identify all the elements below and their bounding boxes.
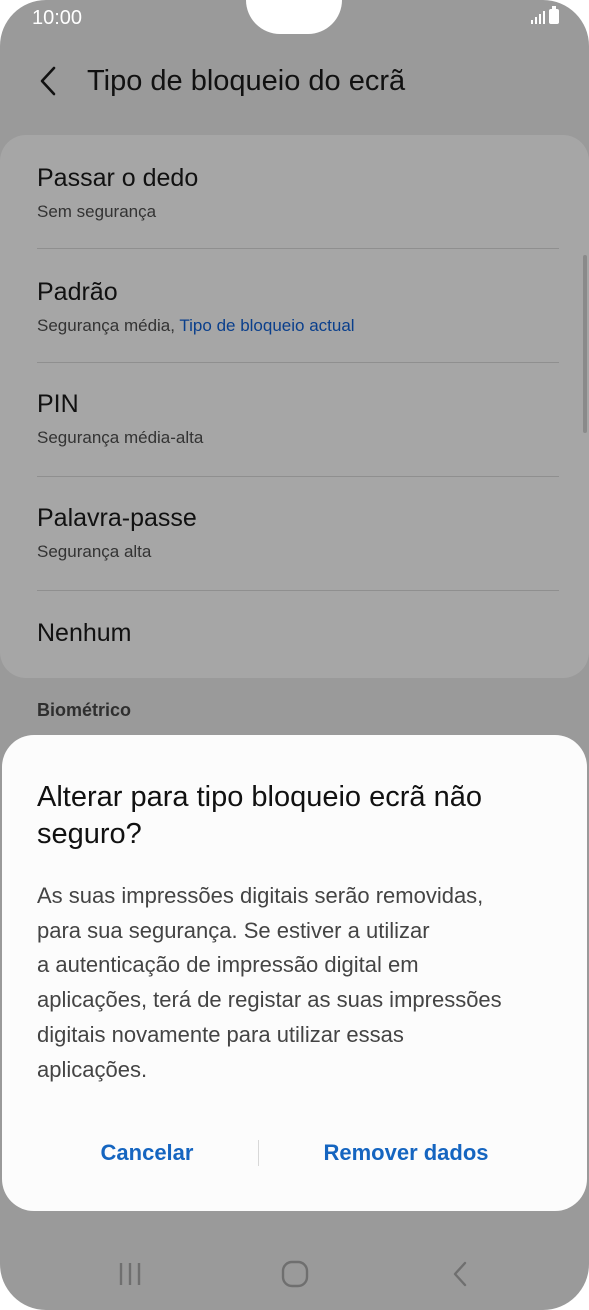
- dialog-message-line: aplicações.: [37, 1056, 148, 1082]
- option-pattern[interactable]: Padrão Segurança média, Tipo de bloqueio…: [0, 249, 589, 362]
- remove-data-button[interactable]: Remover dados: [302, 1133, 510, 1173]
- back-button[interactable]: [30, 63, 66, 99]
- cancel-button[interactable]: Cancelar: [42, 1133, 252, 1173]
- scrollbar[interactable]: [583, 255, 587, 433]
- confirm-dialog: Alterar para tipo bloqueio ecrã não segu…: [2, 735, 587, 1211]
- phone-screen: 10:00 Tipo de bloqueio do ecrã Passar o …: [0, 0, 589, 1310]
- dialog-message-line: a autenticação de impressão digital em: [37, 952, 419, 978]
- option-title: PIN: [37, 390, 79, 418]
- page-title: Tipo de bloqueio do ecrã: [87, 65, 406, 97]
- option-subtitle: Segurança média-alta: [37, 428, 204, 447]
- dialog-message-line: As suas impressões digitais serão removi…: [37, 883, 484, 908]
- dialog-message-line: para sua segurança. Se estiver a utiliza…: [37, 917, 430, 943]
- option-password[interactable]: Palavra-passe Segurança alta: [0, 477, 589, 590]
- dialog-message-line: aplicações, terá de registar as suas imp…: [37, 987, 502, 1013]
- option-title: Palavra-passe: [37, 504, 197, 532]
- lock-type-list: Passar o dedo Sem segurança Padrão Segur…: [0, 135, 589, 678]
- option-swipe[interactable]: Passar o dedo Sem segurança: [0, 135, 589, 248]
- recents-icon: [119, 1263, 141, 1285]
- camera-notch: [246, 0, 342, 34]
- current-lock-type-label: Tipo de bloqueio actual: [179, 316, 355, 335]
- dialog-message-line: digitais novamente para utilizar essas: [37, 1021, 404, 1047]
- nav-back-button[interactable]: [430, 1256, 490, 1292]
- back-icon: [453, 1261, 467, 1287]
- dialog-message: As suas impressões digitais serão removi…: [37, 879, 562, 1087]
- option-none[interactable]: Nenhum: [0, 591, 589, 678]
- option-subtitle: Sem segurança: [37, 202, 157, 221]
- option-pin[interactable]: PIN Segurança média-alta: [0, 363, 589, 476]
- recents-button[interactable]: [100, 1256, 160, 1292]
- option-title: Passar o dedo: [37, 164, 199, 192]
- app-header: Tipo de bloqueio do ecrã: [0, 55, 589, 110]
- status-time: 10:00: [32, 7, 83, 29]
- signal-icon: [531, 10, 545, 24]
- option-title: Nenhum: [37, 619, 132, 647]
- section-label-biometric: Biométrico: [37, 700, 132, 720]
- home-icon: [281, 1260, 309, 1288]
- status-icons: [531, 6, 559, 24]
- home-button[interactable]: [265, 1256, 325, 1292]
- battery-icon: [549, 6, 559, 24]
- navigation-bar: [0, 1240, 589, 1310]
- option-subtitle: Segurança média, Tipo de bloqueio actual: [37, 316, 355, 336]
- button-divider: [258, 1140, 259, 1166]
- dialog-title: Alterar para tipo bloqueio ecrã não segu…: [37, 781, 482, 850]
- option-subtitle-text: Segurança média,: [37, 316, 180, 335]
- option-subtitle: Segurança alta: [37, 542, 152, 561]
- option-title: Padrão: [37, 278, 118, 306]
- chevron-left-icon: [40, 66, 56, 96]
